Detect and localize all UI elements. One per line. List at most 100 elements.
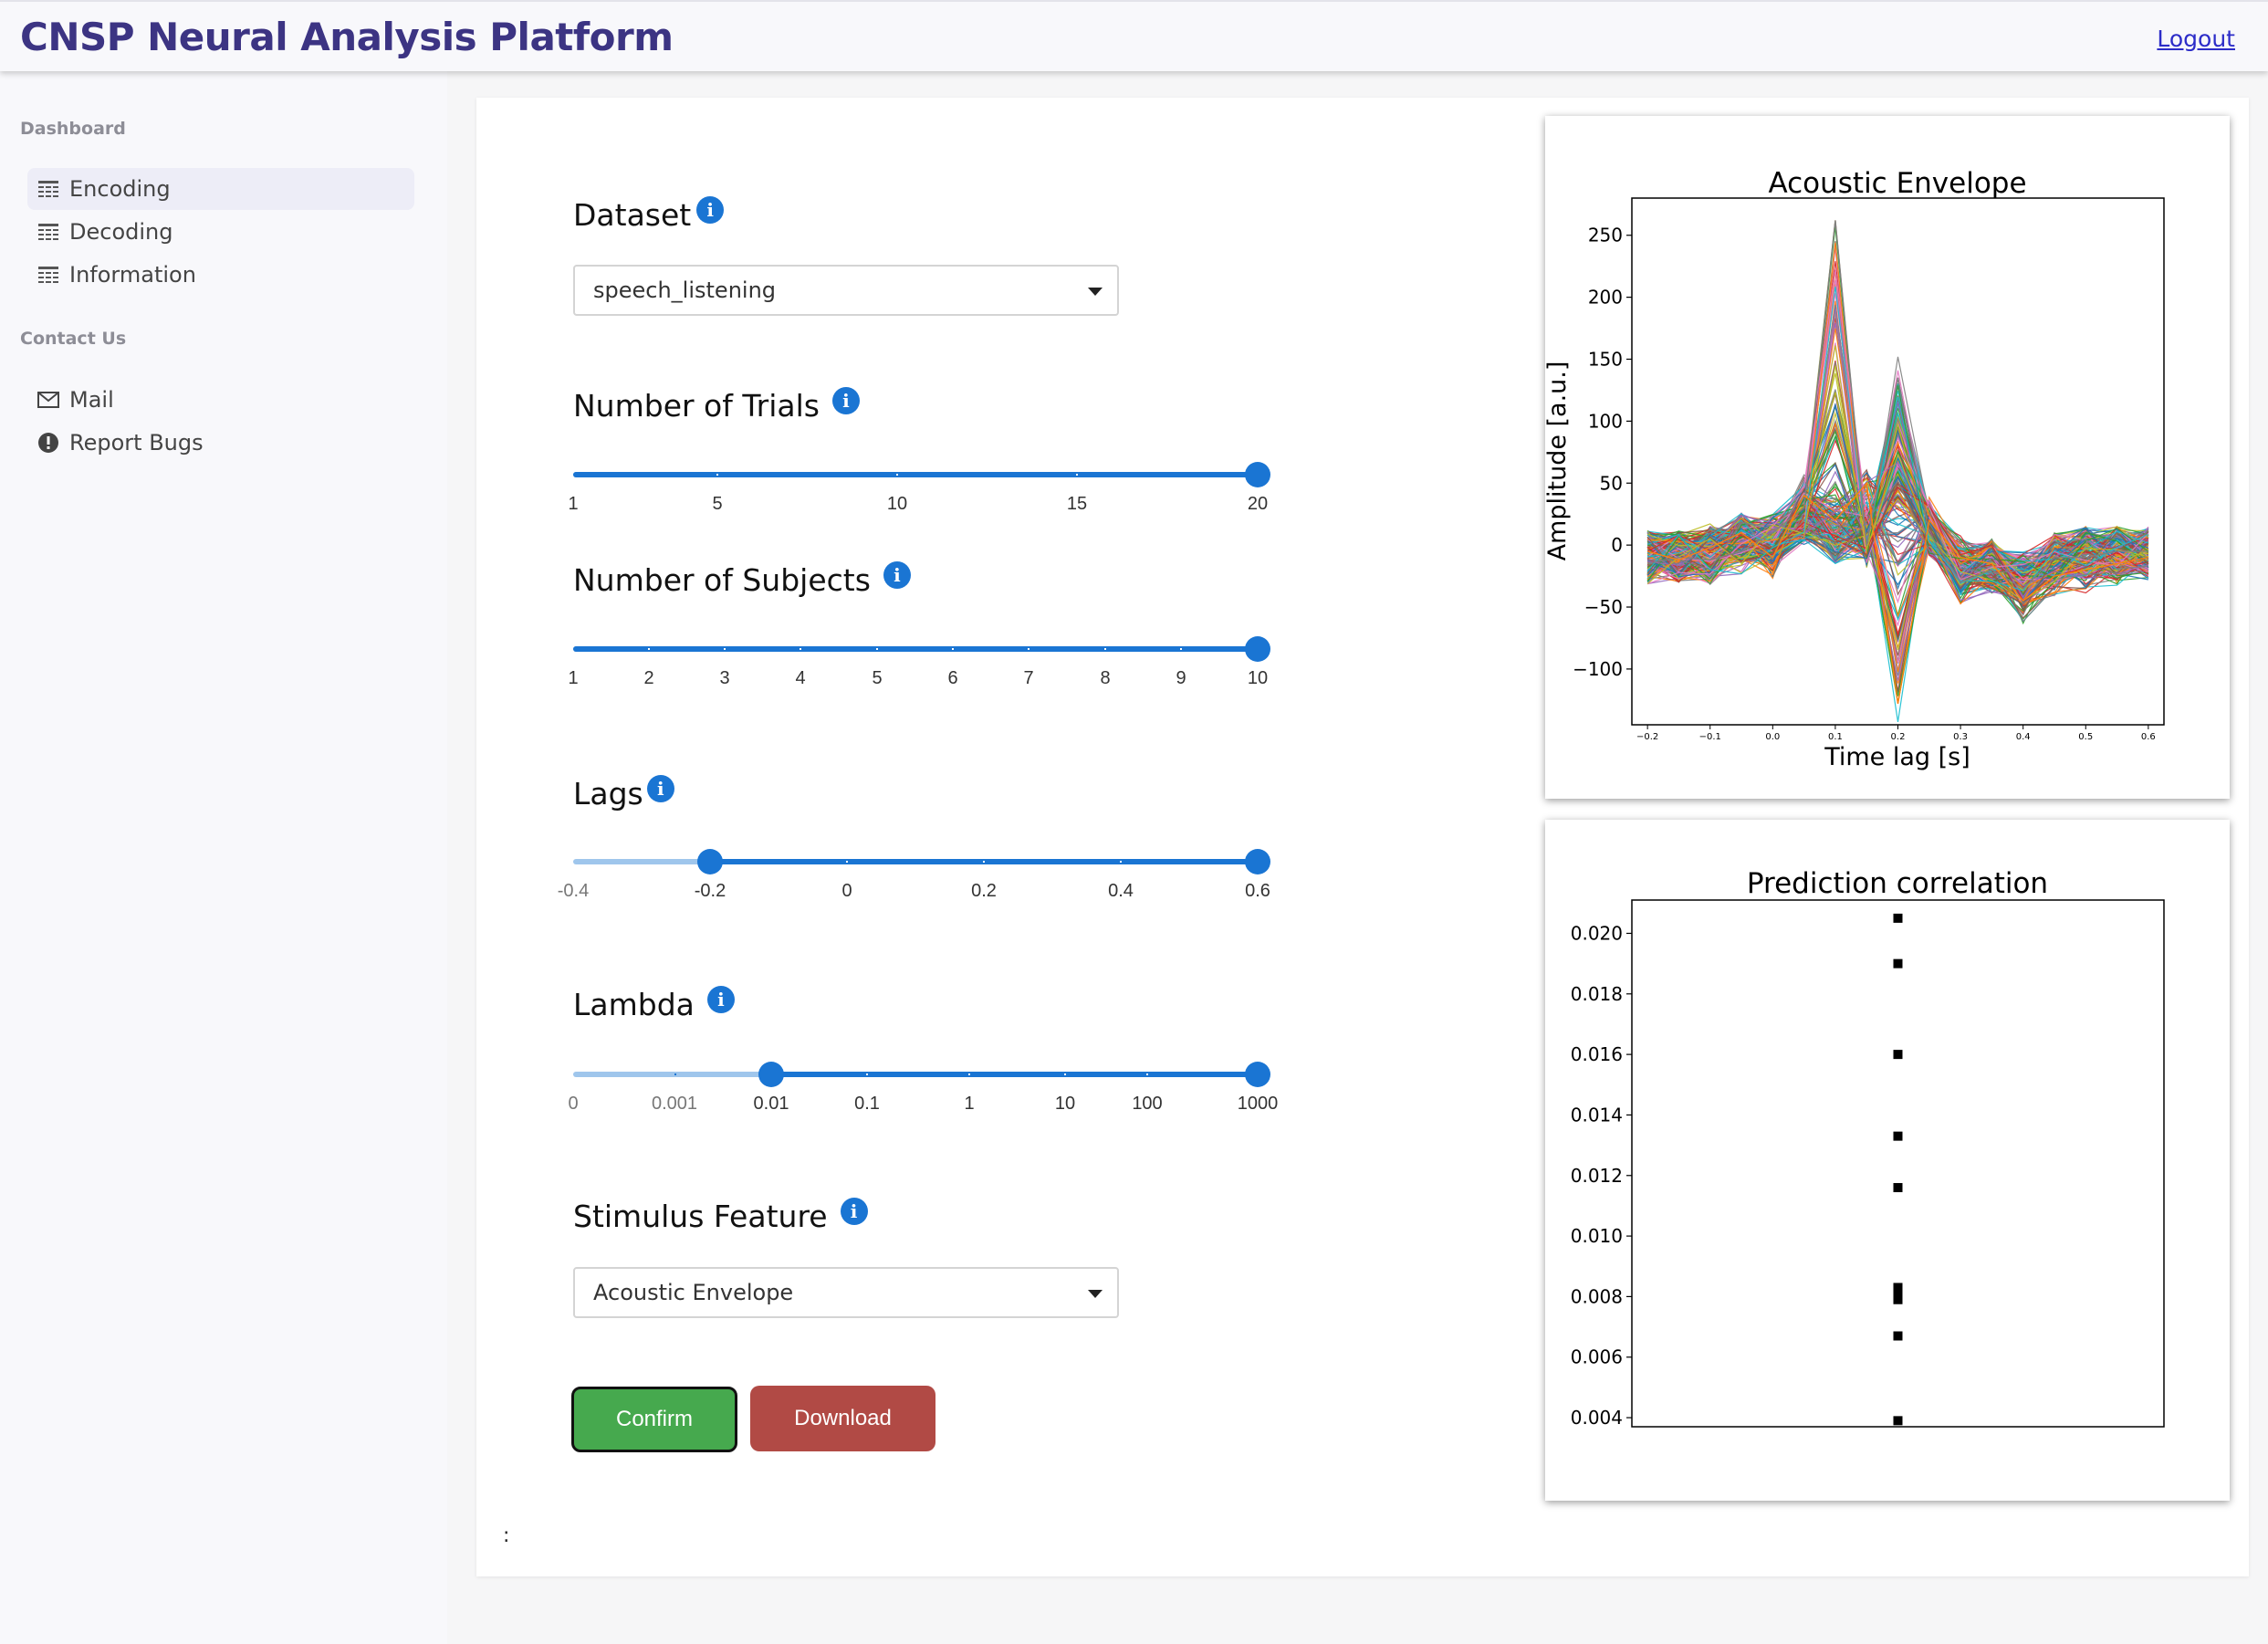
sidebar-item-decoding[interactable]: Decoding [27,211,414,253]
info-icon[interactable]: i [883,560,911,589]
slider-thumb-start[interactable] [758,1062,784,1087]
slider-thumb-end[interactable] [1245,849,1270,874]
slider-mark [846,861,848,863]
slider-tick-label: 0.1 [854,1094,880,1114]
slider-tick-label: 5 [712,494,723,514]
x-axis-label: Time lag [s] [1824,743,1970,771]
download-button[interactable]: Download [750,1386,935,1451]
slider-mark [724,648,726,650]
slider-tick-label: -0.2 [694,881,726,901]
lambda-slider[interactable]: 0 0.001 0.01 0.1 1 10 100 1000 [568,1056,1278,1114]
y-axis: 250 200 150 100 50 0 −50 −100 [1573,225,1632,680]
slider-thumb[interactable] [1245,636,1270,662]
y-tick-label: 0.014 [1571,1104,1623,1126]
sidebar-item-mail[interactable]: Mail [27,379,414,421]
y-tick-label: 0.018 [1571,983,1623,1005]
sidebar-item-information[interactable]: Information [27,254,414,296]
prediction-correlation-plot: 0.020 0.018 0.016 0.014 0.012 0.010 0.008 0.006… [1571,867,2165,1429]
info-icon[interactable]: i [706,985,735,1013]
slider-mark [1028,648,1029,650]
slider-thumb[interactable] [1245,462,1270,487]
top-bar: CNSP Neural Analysis Platform Logout [0,0,2268,71]
confirm-button[interactable]: Confirm [571,1387,737,1452]
dataset-label-text: Dataset [573,197,692,233]
status-text: : [503,1524,510,1547]
slider-mark [983,861,985,863]
slider-track [573,472,1258,477]
y-tick-label: 0.004 [1571,1407,1623,1429]
alert-icon [37,431,60,455]
slider-tick-label: 7 [1023,668,1034,688]
x-tick-label: −0.2 [1636,732,1658,742]
lags-label-text: Lags [573,776,643,812]
slider-track [771,1072,1258,1077]
slider-mark [1064,1073,1066,1075]
info-icon[interactable]: i [831,386,860,414]
slider-mark [968,1073,970,1075]
logout-link[interactable]: Logout [2157,26,2235,52]
slider-tick-label: 1 [964,1094,975,1114]
slider-mark [1120,861,1122,863]
slider-tick-label: 6 [947,668,958,688]
lambda-label-text: Lambda [573,987,695,1022]
slider-mark [1146,1073,1148,1075]
chart-title: Prediction correlation [1747,867,2048,900]
y-axis: 0.020 0.018 0.016 0.014 0.012 0.010 0.008 0.006… [1571,922,1632,1429]
slider-tick-label: 1 [568,494,579,514]
slider-tick-label: 1000 [1237,1094,1279,1114]
sidebar: Dashboard Encoding Decoding Information … [0,71,447,1644]
sidebar-item-label: Encoding [69,176,171,202]
y-tick-label: 50 [1600,472,1623,494]
y-axis-label: Amplitude [a.u.] [1545,361,1572,561]
slider-mark [716,474,718,476]
y-tick-label: 100 [1588,410,1623,432]
slider-thumb-end[interactable] [1245,1062,1270,1087]
slider-tick-label: 20 [1247,494,1269,514]
y-tick-label: 0.010 [1571,1225,1623,1247]
info-icon[interactable]: i [696,195,725,224]
y-tick-label: 250 [1588,225,1623,246]
scatter-point [1893,1183,1903,1193]
caret-down-icon [1088,288,1103,296]
slider-mark [648,648,650,650]
slider-thumb-start[interactable] [697,849,723,874]
y-tick-label: 0.006 [1571,1346,1623,1368]
slider-tick-label: 3 [719,668,730,688]
stimulus-select[interactable]: Acoustic Envelope [573,1267,1119,1318]
scatter-point [1893,958,1903,969]
plot-frame [1631,899,2165,1428]
y-tick-label: 0.016 [1571,1043,1623,1065]
lags-slider[interactable]: -0.4 -0.2 0 0.2 0.4 0.6 [558,843,1270,901]
table-icon [37,177,60,201]
sidebar-item-report-bugs[interactable]: Report Bugs [27,422,414,464]
slider-mark [866,1073,868,1075]
slider-mark [876,648,878,650]
y-tick-label: −50 [1584,596,1623,618]
caret-down-icon [1088,1290,1103,1298]
slider-mark [1076,474,1078,476]
subjects-slider[interactable]: 1 2 3 4 5 6 7 8 9 10 [568,631,1270,688]
waveform-lines [1646,220,2149,722]
slider-tick-label: 0.2 [971,881,997,901]
slider-tick-label: 5 [872,668,883,688]
stimulus-label: Stimulus Feature i [573,1197,868,1234]
acoustic-envelope-plot-card: 250 200 150 100 50 0 −50 −100 −0.2 −0.1 0.0 0.1 0.2… [1545,116,2230,799]
info-icon[interactable]: i [646,774,674,802]
info-icon[interactable]: i [840,1197,868,1225]
trials-slider[interactable]: 1 5 10 15 20 [568,456,1270,514]
dataset-select[interactable]: speech_listening [573,265,1119,316]
dataset-label: Dataset i [573,195,725,233]
slider-tick-label: 100 [1132,1094,1163,1114]
slider-tick-label: 0 [568,1094,579,1114]
y-tick-label: 0.008 [1571,1285,1623,1307]
subjects-label: Number of Subjects i [573,560,911,598]
scatter-points [1893,913,1903,1426]
sidebar-item-encoding[interactable]: Encoding [27,168,414,210]
sidebar-item-label: Report Bugs [69,430,204,456]
scatter-point [1893,1131,1903,1141]
slider-mark [896,474,898,476]
x-tick-label: 0.3 [1953,732,1968,742]
app-title: CNSP Neural Analysis Platform [20,15,674,59]
lags-label: Lags i [573,774,674,812]
y-tick-label: 0.020 [1571,922,1623,944]
